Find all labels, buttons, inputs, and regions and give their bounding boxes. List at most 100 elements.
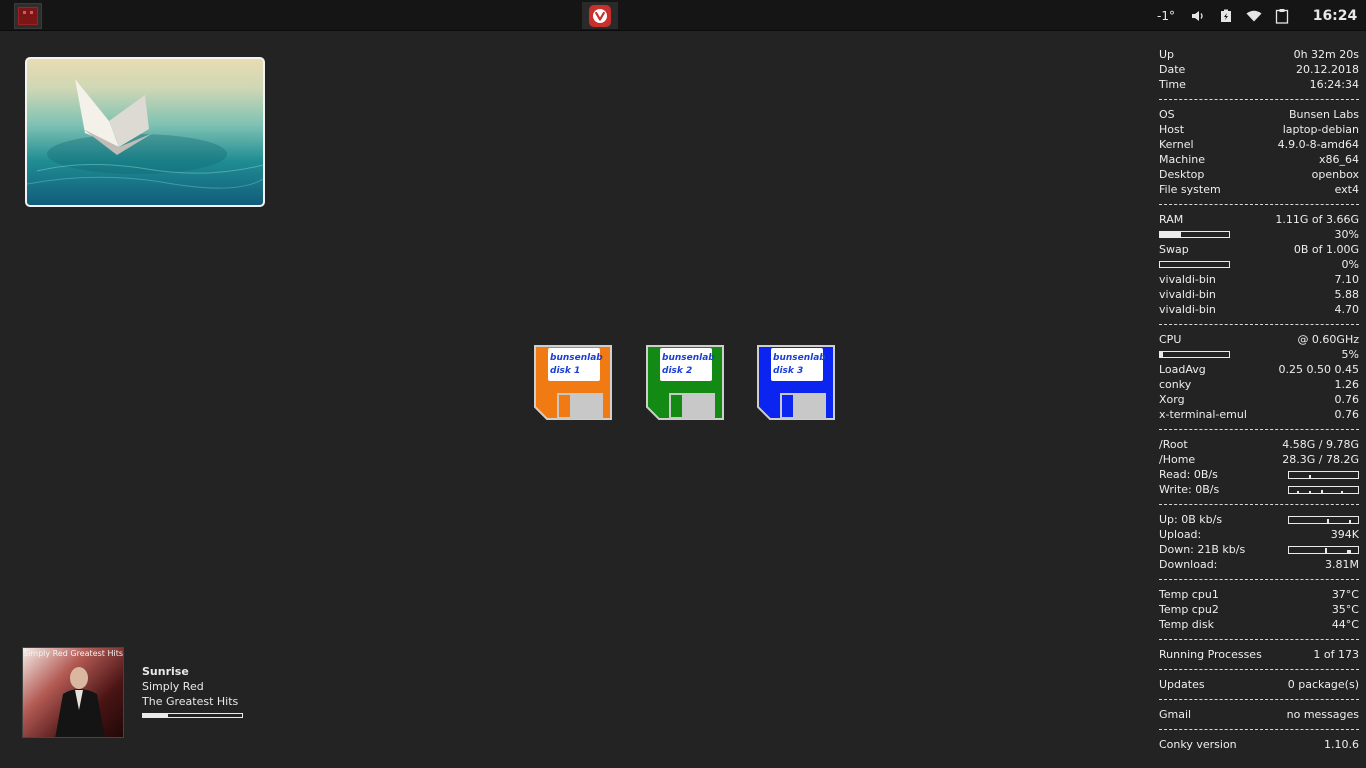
conky-value: 1 of 173 (1313, 648, 1359, 661)
conky-download-row: Download: 3.81M (1159, 557, 1359, 572)
mem-process-row: vivaldi-bin 5.88 (1159, 287, 1359, 302)
graph-spike (1347, 549, 1351, 553)
disk-1-line2-text: disk 1 (550, 366, 580, 376)
ram-usage-bar (1159, 231, 1230, 238)
ram-usage-bar-fill (1160, 232, 1181, 237)
divider (1159, 92, 1359, 107)
conky-cpu-bar-row: 5% (1159, 347, 1359, 362)
desktop-icon-disk-2[interactable]: bunsenlab disk 2 (645, 344, 725, 421)
battery-charging-icon[interactable] (1212, 0, 1240, 31)
net-up-graph (1288, 515, 1359, 524)
cpu-percent: 5% (1341, 348, 1359, 361)
temp-row: Temp cpu1 37°C (1159, 587, 1359, 602)
cpu-usage-bar (1159, 351, 1230, 358)
process-value: 0.76 (1334, 393, 1360, 406)
conky-root-row: /Root 4.58G / 9.78G (1159, 437, 1359, 452)
conky-value: 1.10.6 (1324, 738, 1359, 751)
now-playing-info: Sunrise Simply Red The Greatest Hits (142, 664, 238, 709)
conky-label: CPU (1159, 333, 1182, 346)
disk-3-line2-text: disk 3 (773, 366, 803, 376)
divider (1159, 422, 1359, 437)
conky-value: 3.81M (1325, 558, 1359, 571)
divider (1159, 722, 1359, 737)
conky-label: Temp disk (1159, 618, 1214, 631)
app-menu-button[interactable] (14, 3, 42, 29)
conky-value: x86_64 (1318, 153, 1359, 166)
disk-write-label: Write: 0B/s (1159, 483, 1220, 496)
process-value: 1.26 (1334, 378, 1360, 391)
conky-kernel-row: Kernel 4.9.0-8-amd64 (1159, 137, 1359, 152)
conky-value: 20.12.2018 (1296, 63, 1359, 76)
conky-label: /Root (1159, 438, 1188, 451)
vivaldi-icon (589, 4, 611, 27)
conky-gmail-row: Gmail no messages (1159, 707, 1359, 722)
graph-spike (1309, 474, 1311, 478)
temp-row: Temp disk 44°C (1159, 617, 1359, 632)
wifi-icon[interactable] (1240, 0, 1268, 31)
conky-label: Upload: (1159, 528, 1202, 541)
graph-spike (1325, 547, 1327, 553)
clipboard-icon[interactable] (1268, 0, 1296, 31)
taskbar-vivaldi-button[interactable] (582, 2, 618, 29)
desktop-icon-disk-1[interactable]: bunsenlab disk 1 (533, 344, 613, 421)
conky-value: @ 0.60GHz (1297, 333, 1359, 346)
conky-value: 37°C (1331, 588, 1359, 601)
conky-value: openbox (1311, 168, 1359, 181)
conky-swap-row: Swap 0B of 1.00G (1159, 242, 1359, 257)
process-name: vivaldi-bin (1159, 288, 1216, 301)
conky-label: Running Processes (1159, 648, 1262, 661)
cpu-process-row: x-terminal-emul 0.76 (1159, 407, 1359, 422)
graph-spike (1341, 490, 1343, 493)
process-value: 4.70 (1334, 303, 1360, 316)
conky-home-row: /Home 28.3G / 78.2G (1159, 452, 1359, 467)
weather-temperature[interactable]: -1° (1150, 0, 1182, 31)
conky-filesystem-row: File system ext4 (1159, 182, 1359, 197)
conky-label: Host (1159, 123, 1185, 136)
process-name: vivaldi-bin (1159, 273, 1216, 286)
menu-icon (18, 7, 38, 25)
panel-clock[interactable]: 16:24 (1296, 0, 1366, 31)
conky-label: LoadAvg (1159, 363, 1206, 376)
conky-value: 0 package(s) (1287, 678, 1359, 691)
conky-disk-write-row: Write: 0B/s (1159, 482, 1359, 497)
cpu-process-row: conky 1.26 (1159, 377, 1359, 392)
conky-label: Machine (1159, 153, 1206, 166)
process-name: x-terminal-emul (1159, 408, 1247, 421)
process-value: 5.88 (1334, 288, 1360, 301)
disk-2-line1-text: bunsenlab (662, 353, 715, 363)
graph-spike (1321, 489, 1323, 493)
track-album: The Greatest Hits (142, 695, 239, 708)
swap-percent: 0% (1341, 258, 1359, 271)
ram-percent: 30% (1334, 228, 1359, 241)
track-progress-bar[interactable] (142, 713, 243, 718)
conky-value: 4.58G / 9.78G (1282, 438, 1359, 451)
conky-version-row: Conky version 1.10.6 (1159, 737, 1359, 752)
conky-loadavg-row: LoadAvg 0.25 0.50 0.45 (1159, 362, 1359, 377)
swap-usage-bar (1159, 261, 1230, 268)
conky-label: File system (1159, 183, 1221, 196)
conky-label: Desktop (1159, 168, 1205, 181)
conky-disk-read-row: Read: 0B/s (1159, 467, 1359, 482)
divider (1159, 572, 1359, 587)
wallpaper-preview-image (25, 57, 265, 207)
conky-net-up-row: Up: 0B kb/s (1159, 512, 1359, 527)
conky-label: Date (1159, 63, 1186, 76)
divider (1159, 662, 1359, 677)
conky-time-row: Time 16:24:34 (1159, 77, 1359, 92)
conky-label: Download: (1159, 558, 1218, 571)
speaker-icon[interactable] (1184, 0, 1212, 31)
conky-label: RAM (1159, 213, 1184, 226)
conky-swap-bar-row: 0% (1159, 257, 1359, 272)
disk-write-graph (1288, 485, 1359, 494)
conky-value: 35°C (1331, 603, 1359, 616)
conky-label: Up (1159, 48, 1175, 61)
conky-os-row: OS Bunsen Labs (1159, 107, 1359, 122)
divider (1159, 317, 1359, 332)
disk-read-graph (1288, 470, 1359, 479)
conky-value: 28.3G / 78.2G (1282, 453, 1359, 466)
album-cover-image: Simply Red Greatest Hits (22, 647, 124, 738)
desktop-icon-disk-3[interactable]: bunsenlab disk 3 (756, 344, 836, 421)
conky-label: /Home (1159, 453, 1196, 466)
net-down-label: Down: 21B kb/s (1159, 543, 1246, 556)
cpu-usage-bar-fill (1160, 352, 1164, 357)
